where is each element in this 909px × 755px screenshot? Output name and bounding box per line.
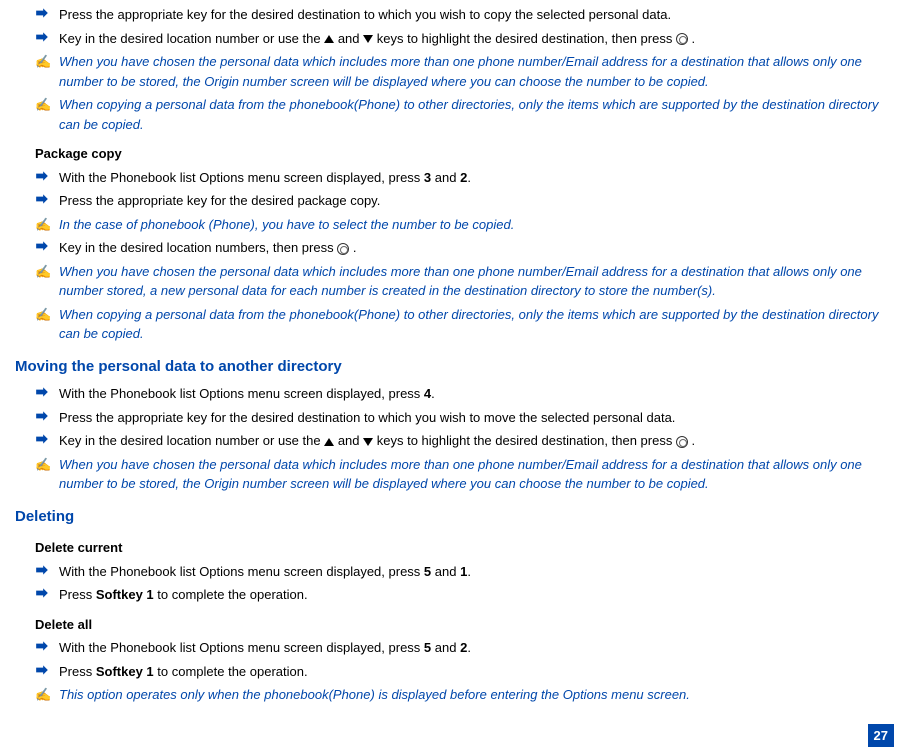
note-icon: ✍ [35, 305, 53, 344]
text-fragment: . [349, 240, 356, 255]
page-footer: 27 [868, 724, 894, 748]
instruction-text: With the Phonebook list Options menu scr… [59, 562, 894, 582]
text-fragment: . [467, 564, 471, 579]
instruction-text: Press Softkey 1 to complete the operatio… [59, 662, 894, 682]
down-arrow-icon [363, 438, 373, 446]
hand-icon [35, 431, 53, 451]
hand-icon [35, 191, 53, 211]
text-fragment: and [334, 31, 363, 46]
note-icon: ✍ [35, 455, 53, 494]
hand-icon [35, 168, 53, 188]
text-fragment: keys to highlight the desired destinatio… [373, 433, 676, 448]
instruction-text: Press the appropriate key for the desire… [59, 408, 894, 428]
sub-heading-delete-all: Delete all [15, 615, 894, 635]
text-fragment: . [431, 386, 435, 401]
down-arrow-icon [363, 35, 373, 43]
section-heading-moving: Moving the personal data to another dire… [15, 356, 894, 379]
note-icon: ✍ [35, 52, 53, 91]
text-fragment: Key in the desired location numbers, the… [59, 240, 337, 255]
sub-heading-package-copy: Package copy [15, 144, 894, 164]
text-fragment: Key in the desired location number or us… [59, 433, 324, 448]
hand-icon [35, 638, 53, 658]
text-fragment: . [467, 640, 471, 655]
instruction-text: Key in the desired location number or us… [59, 29, 894, 49]
text-fragment: With the Phonebook list Options menu scr… [59, 386, 424, 401]
text-fragment: Key in the desired location number or us… [59, 31, 324, 46]
text-fragment: With the Phonebook list Options menu scr… [59, 564, 424, 579]
page-number-badge: 27 [868, 724, 894, 748]
hand-icon [35, 585, 53, 605]
note-icon: ✍ [35, 95, 53, 134]
up-arrow-icon [324, 35, 334, 43]
note-text: When copying a personal data from the ph… [59, 305, 894, 344]
hand-icon [35, 238, 53, 258]
note-icon: ✍ [35, 215, 53, 235]
instruction-text: With the Phonebook list Options menu scr… [59, 384, 894, 404]
section-heading-deleting: Deleting [15, 506, 894, 529]
text-fragment: and [431, 564, 460, 579]
instruction-text: Press the appropriate key for the desire… [59, 191, 894, 211]
instruction-text: Key in the desired location numbers, the… [59, 238, 894, 258]
hand-icon [35, 29, 53, 49]
instruction-text: Press Softkey 1 to complete the operatio… [59, 585, 894, 605]
text-fragment: to complete the operation. [154, 587, 308, 602]
text-fragment: With the Phonebook list Options menu scr… [59, 170, 424, 185]
text-fragment: and [431, 640, 460, 655]
text-fragment: and [334, 433, 363, 448]
text-fragment: . [688, 433, 695, 448]
ring-button-icon [676, 33, 688, 45]
text-fragment: Press [59, 587, 96, 602]
text-fragment: Press [59, 664, 96, 679]
note-icon: ✍ [35, 262, 53, 301]
ring-button-icon [337, 243, 349, 255]
note-text: When you have chosen the personal data w… [59, 262, 894, 301]
up-arrow-icon [324, 438, 334, 446]
key-reference: Softkey 1 [96, 587, 154, 602]
note-text: In the case of phonebook (Phone), you ha… [59, 215, 894, 235]
hand-icon [35, 562, 53, 582]
text-fragment: With the Phonebook list Options menu scr… [59, 640, 424, 655]
text-fragment: . [688, 31, 695, 46]
ring-button-icon [676, 436, 688, 448]
text-fragment: to complete the operation. [154, 664, 308, 679]
instruction-text: Key in the desired location number or us… [59, 431, 894, 451]
hand-icon [35, 662, 53, 682]
hand-icon [35, 408, 53, 428]
hand-icon [35, 5, 53, 25]
text-fragment: . [467, 170, 471, 185]
text-fragment: keys to highlight the desired destinatio… [373, 31, 676, 46]
instruction-text: With the Phonebook list Options menu scr… [59, 168, 894, 188]
note-text: When you have chosen the personal data w… [59, 52, 894, 91]
hand-icon [35, 384, 53, 404]
instruction-text: Press the appropriate key for the desire… [59, 5, 894, 25]
note-text: When copying a personal data from the ph… [59, 95, 894, 134]
note-text: This option operates only when the phone… [59, 685, 894, 705]
note-icon: ✍ [35, 685, 53, 705]
sub-heading-delete-current: Delete current [15, 538, 894, 558]
key-reference: Softkey 1 [96, 664, 154, 679]
note-text: When you have chosen the personal data w… [59, 455, 894, 494]
text-fragment: and [431, 170, 460, 185]
instruction-text: With the Phonebook list Options menu scr… [59, 638, 894, 658]
